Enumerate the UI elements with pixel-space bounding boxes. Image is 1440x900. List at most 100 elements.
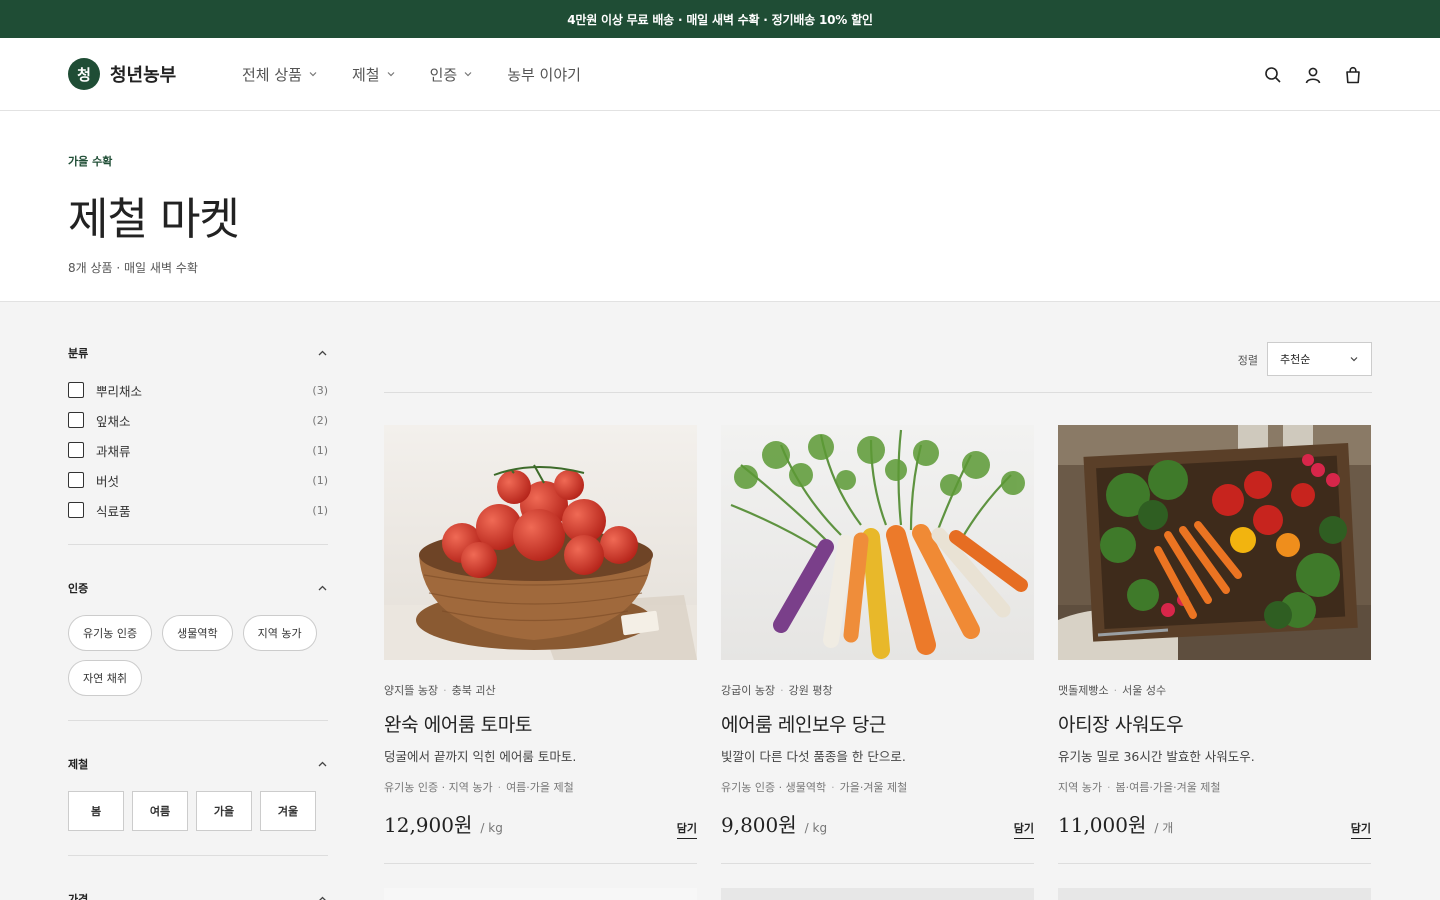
product-card[interactable]: 강굽이 농장 · 강원 평창 에어룸 레인보우 당근 빛깔이 다른 다섯 품종을 한… xyxy=(721,425,1034,864)
season-spring[interactable]: 봄 xyxy=(68,791,124,831)
season-summer[interactable]: 여름 xyxy=(132,791,188,831)
product-listing: 정렬 추천순 양지뜰 농장 · 충북 괴산 완숙 에어룸 토마토 덩굴에서 끝까… xyxy=(384,302,1372,900)
product-unit: / 개 xyxy=(1154,821,1174,835)
season-winter[interactable]: 겨울 xyxy=(260,791,316,831)
product-grid: 양지뜰 농장 · 충북 괴산 완숙 에어룸 토마토 덩굴에서 끝까지 익힌 에어룸 … xyxy=(384,425,1372,864)
filter-price: 가격 xyxy=(68,856,328,900)
product-certs: 유기농 인증 · 지역 농가 xyxy=(384,781,493,794)
filter-season-header[interactable]: 제철 xyxy=(68,756,328,772)
filter-option-count: (1) xyxy=(312,473,328,487)
price-row: 11,000원 / 개 담기 xyxy=(1058,809,1371,864)
checkbox[interactable] xyxy=(68,442,84,458)
add-to-cart-button[interactable]: 담기 xyxy=(676,820,697,839)
checkbox[interactable] xyxy=(68,502,84,518)
nav-label: 농부 이야기 xyxy=(507,65,581,84)
filter-title: 가격 xyxy=(68,893,89,900)
promo-banner: 4만원 이상 무료 배송 · 매일 새벽 수확 · 정기배송 10% 할인 xyxy=(0,0,1440,38)
filter-certification-header[interactable]: 인증 xyxy=(68,580,328,596)
nav-label: 제철 xyxy=(351,65,380,84)
chip-biodynamic[interactable]: 생물역학 xyxy=(162,615,233,651)
filter-option-count: (1) xyxy=(312,503,328,517)
product-description: 빛깔이 다른 다섯 품종을 한 단으로. xyxy=(721,749,906,764)
product-image-partial[interactable] xyxy=(384,888,697,900)
add-to-cart-button[interactable]: 담기 xyxy=(1350,820,1371,839)
filter-price-header[interactable]: 가격 xyxy=(68,891,328,900)
product-name[interactable]: 아티장 사워도우 xyxy=(1058,710,1371,737)
product-unit: / kg xyxy=(480,821,503,835)
chip-wild-harvest[interactable]: 자연 채취 xyxy=(68,660,142,696)
product-name[interactable]: 완숙 에어룸 토마토 xyxy=(384,710,697,737)
sort-select[interactable]: 추천순 xyxy=(1267,342,1372,376)
product-unit: / kg xyxy=(804,821,828,835)
main-nav: 전체 상품 제철 인증 농부 이야기 xyxy=(242,64,581,85)
chevron-down-icon xyxy=(387,72,395,77)
filter-option-label: 잎채소 xyxy=(96,413,131,429)
header-icons xyxy=(1264,38,1362,111)
farm-region: 서울 성수 xyxy=(1122,684,1167,697)
product-card[interactable]: 맷돌제빵소 · 서울 성수 아티장 사워도우 유기농 밀로 36시간 발효한 사워도… xyxy=(1058,425,1371,864)
product-description: 덩굴에서 끝까지 익힌 에어룸 토마토. xyxy=(384,749,577,764)
filter-option-label: 과채류 xyxy=(96,443,131,459)
vegetable-crate-image xyxy=(1058,425,1371,660)
add-to-cart-button[interactable]: 담기 xyxy=(1013,820,1034,839)
chevron-down-icon xyxy=(309,72,317,77)
logo[interactable]: 청 청년농부 xyxy=(68,58,242,90)
season-autumn[interactable]: 가을 xyxy=(196,791,252,831)
product-tags: 유기농 인증 · 생물역학 · 가을·겨울 제철 xyxy=(721,781,908,794)
product-card[interactable]: 양지뜰 농장 · 충북 괴산 완숙 에어룸 토마토 덩굴에서 끝까지 익힌 에어룸 … xyxy=(384,425,697,864)
farm-name: 강굽이 농장 xyxy=(721,684,776,697)
logo-text: 청년농부 xyxy=(110,65,177,86)
page-hero: 가을 수확 제철 마켓 8개 상품 · 매일 새벽 수확 xyxy=(0,111,1440,302)
checkbox[interactable] xyxy=(68,412,84,428)
filter-category-header[interactable]: 분류 xyxy=(68,345,328,361)
product-meta: 맷돌제빵소 · 서울 성수 xyxy=(1058,684,1167,697)
filter-option: 잎채소 (2) xyxy=(68,405,328,435)
farm-name: 맷돌제빵소 xyxy=(1058,684,1109,697)
page-title: 제철 마켓 xyxy=(68,194,240,245)
site-header: 청 청년농부 전체 상품 제철 인증 농부 이야기 xyxy=(0,38,1440,111)
chevron-up-icon xyxy=(318,896,327,900)
filter-option-label: 버섯 xyxy=(96,473,120,489)
nav-item-certification[interactable]: 인증 xyxy=(430,64,474,85)
nav-item-all-products[interactable]: 전체 상품 xyxy=(242,64,318,85)
product-price: 12,900원 xyxy=(384,813,473,837)
checkbox[interactable] xyxy=(68,382,84,398)
eyebrow: 가을 수확 xyxy=(68,155,113,168)
product-season: 가을·겨울 제철 xyxy=(839,781,908,794)
farm-name: 양지뜰 농장 xyxy=(384,684,439,697)
farm-region: 강원 평창 xyxy=(788,684,833,697)
product-meta: 강굽이 농장 · 강원 평창 xyxy=(721,684,833,697)
product-certs: 지역 농가 xyxy=(1058,781,1102,794)
filter-option-count: (2) xyxy=(312,413,328,427)
checkbox[interactable] xyxy=(68,472,84,488)
search-icon[interactable] xyxy=(1264,66,1282,84)
product-image-tomato[interactable] xyxy=(384,425,697,660)
product-image-carrot[interactable] xyxy=(721,425,1034,660)
filter-title: 제철 xyxy=(68,758,89,771)
chip-local-farm[interactable]: 지역 농가 xyxy=(242,615,317,651)
farm-region: 충북 괴산 xyxy=(451,684,496,697)
product-image-partial[interactable] xyxy=(721,888,1034,900)
chevron-up-icon xyxy=(318,585,327,590)
catalog-area: 분류 뿌리채소 (3) 잎채소 (2) 과채류 (1) 버섯 (1) 식료품 (… xyxy=(0,302,1440,900)
chip-organic[interactable]: 유기농 인증 xyxy=(68,615,153,651)
nav-label: 인증 xyxy=(429,65,458,84)
nav-item-seasonal[interactable]: 제철 xyxy=(352,64,396,85)
product-tags: 유기농 인증 · 지역 농가 · 여름·가을 제철 xyxy=(384,781,574,794)
user-icon[interactable] xyxy=(1304,66,1322,84)
product-image-sourdough[interactable] xyxy=(1058,425,1371,660)
product-certs: 유기농 인증 · 생물역학 xyxy=(721,781,827,794)
nav-item-farmer-stories[interactable]: 농부 이야기 xyxy=(507,64,581,85)
bag-icon[interactable] xyxy=(1344,66,1362,84)
product-tags: 지역 농가 · 봄·여름·가을·겨울 제철 xyxy=(1058,781,1221,794)
filter-title: 분류 xyxy=(68,347,89,360)
sort-bar: 정렬 추천순 xyxy=(384,302,1372,393)
product-season: 봄·여름·가을·겨울 제철 xyxy=(1115,781,1221,794)
product-image-partial[interactable] xyxy=(1058,888,1371,900)
filter-certification: 인증 유기농 인증 생물역학 지역 농가 자연 채취 xyxy=(68,545,328,721)
filter-option: 버섯 (1) xyxy=(68,465,328,495)
promo-text: 4만원 이상 무료 배송 · 매일 새벽 수확 · 정기배송 10% 할인 xyxy=(567,12,873,27)
filter-category: 분류 뿌리채소 (3) 잎채소 (2) 과채류 (1) 버섯 (1) 식료품 (… xyxy=(68,302,328,545)
filter-option-count: (3) xyxy=(312,383,328,397)
product-name[interactable]: 에어룸 레인보우 당근 xyxy=(721,710,1034,737)
